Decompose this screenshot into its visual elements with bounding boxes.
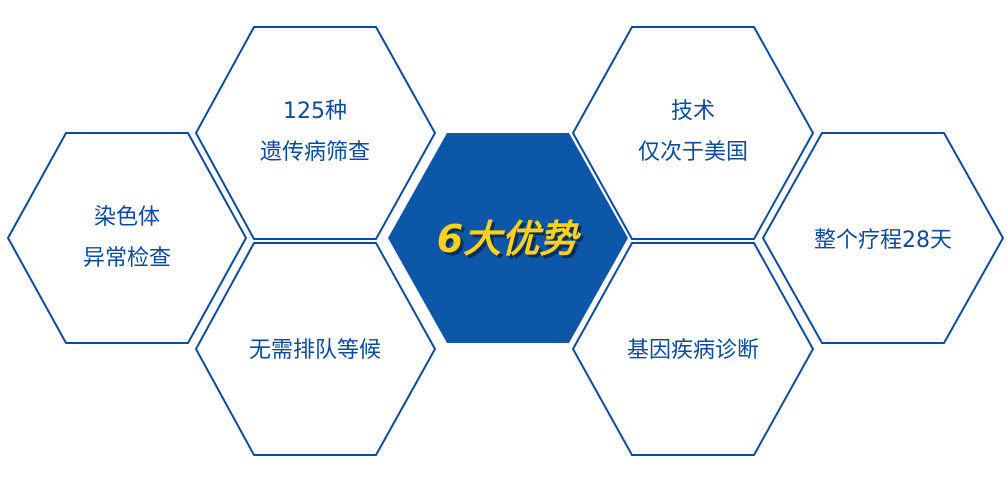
hex-advantage-gene-diagnosis: 基因疾病诊断 xyxy=(571,242,815,456)
hex-advantage-no-queue: 无需排队等候 xyxy=(194,242,437,456)
hex-label-line-1: 整个疗程28天 xyxy=(814,228,952,253)
center-title: 6大优势 xyxy=(437,217,581,261)
hex-advantage-genetic-screening: 125种 遗传病筛查 xyxy=(194,26,437,240)
hex-label-line-1: 基因疾病诊断 xyxy=(627,338,759,363)
hex-advantage-course-duration: 整个疗程28天 xyxy=(761,132,1005,344)
hex-label-line-1: 无需排队等候 xyxy=(249,338,381,363)
hex-label-line-2: 遗传病筛查 xyxy=(260,140,370,165)
hex-label-line-2: 仅次于美国 xyxy=(638,140,748,165)
hex-label-line-1: 技术 xyxy=(671,99,715,124)
hex-shape xyxy=(6,132,248,344)
hex-label-line-2: 异常检查 xyxy=(83,246,171,271)
hex-label-line-1: 染色体 xyxy=(94,205,160,230)
hex-label-line-1: 125种 xyxy=(283,99,347,124)
hex-advantage-chromosome: 染色体 异常检查 xyxy=(6,132,248,344)
hex-shape xyxy=(194,26,437,240)
advantages-hex-diagram: 染色体 异常检查 125种 遗传病筛查 无需排队等候 技术 仅次于美国 基因疾病… xyxy=(6,26,1005,456)
